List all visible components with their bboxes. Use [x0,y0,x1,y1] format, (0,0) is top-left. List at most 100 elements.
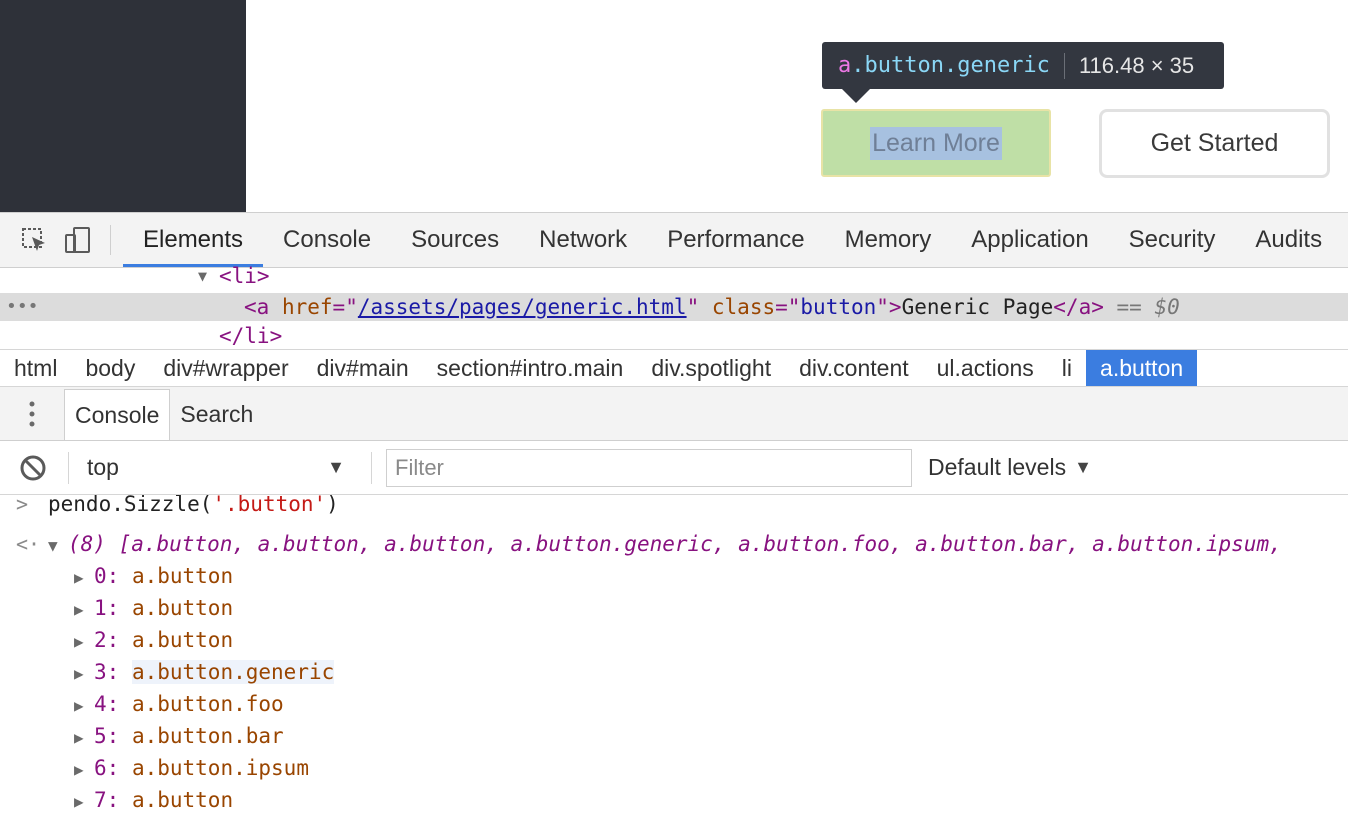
equals-sign: == [1116,295,1142,319]
inspect-element-icon[interactable] [12,218,56,262]
item-value: a.button [131,628,234,652]
breadcrumb-ul-actions[interactable]: ul.actions [923,350,1048,386]
console-toolbar-divider [68,451,69,484]
breadcrumb-div-content[interactable]: div.content [785,350,923,386]
breadcrumb-div-spotlight[interactable]: div.spotlight [637,350,785,386]
dropdown-triangle-icon: ▼ [1074,457,1092,477]
get-started-button[interactable]: Get Started [1099,109,1330,178]
item-value: a.button.foo [131,692,284,716]
tab-elements[interactable]: Elements [123,213,264,267]
expand-triangle-icon[interactable]: ▶ [74,626,94,658]
expand-triangle-icon[interactable]: ▶ [74,786,94,818]
tab-console[interactable]: Console [263,213,391,267]
item-value: a.button.generic [131,660,335,684]
expand-triangle-icon[interactable]: ▶ [74,562,94,594]
filter-input[interactable] [386,448,912,487]
list-item[interactable]: ▶ 3: a.button.generic [0,656,1348,688]
list-item[interactable]: ▶ 6: a.button.ipsum [0,752,1348,784]
item-key: 2: [94,628,120,652]
list-item[interactable]: ▶ 5: a.button.bar [0,720,1348,752]
a-text: Generic Page [901,295,1054,319]
list-item[interactable]: ▶ 7: a.button [0,784,1348,816]
tooltip-classes: .button.generic [851,53,1050,78]
tab-performance[interactable]: Performance [647,213,824,267]
breadcrumb-div-wrapper[interactable]: div#wrapper [149,350,302,386]
log-levels-label: Default levels [928,454,1067,480]
expand-triangle-icon[interactable]: ▶ [74,722,94,754]
expand-triangle-icon[interactable]: ▶ [74,658,94,690]
learn-more-button[interactable]: Learn More [821,109,1051,177]
class-value: button [800,295,877,319]
expand-triangle-icon[interactable]: ▶ [74,594,94,626]
breadcrumb-a-button[interactable]: a.button [1086,350,1198,386]
toolbar-divider [110,225,111,255]
log-levels-dropdown[interactable]: Default levels ▼ [928,454,1092,481]
class-attr: class [711,295,776,319]
list-item[interactable]: ▶ 1: a.button [0,592,1348,624]
a-close-tag: </a> [1053,295,1104,319]
item-value: a.button.bar [131,724,284,748]
dom-node-li-close[interactable]: </li> [0,322,1348,350]
list-item[interactable]: ▶ 4: a.button.foo [0,688,1348,720]
input-arg: '.button' [212,495,327,516]
tooltip-arrow [842,89,870,103]
breadcrumb-li[interactable]: li [1048,350,1086,386]
item-value: a.button [131,596,234,620]
list-item[interactable]: ▶ 0: a.button [0,560,1348,592]
tooltip-tag: a [838,53,852,78]
item-key: 5: [94,724,120,748]
item-key: 6: [94,756,120,780]
tooltip-divider [1063,52,1065,79]
inspect-tooltip: a .button.generic 116.48 × 35 [822,42,1224,89]
input-suffix: ) [326,495,339,516]
tab-security[interactable]: Security [1109,213,1236,267]
console-output: > pendo.Sizzle('.button') <· ▼ (8) [a.but… [0,495,1348,826]
input-prefix: pendo.Sizzle( [48,495,213,516]
item-value: a.button.ipsum [131,756,309,780]
item-key: 7: [94,788,120,812]
drawer-tab-search[interactable]: Search [170,389,263,439]
result-return-icon: <· [16,532,41,556]
expand-triangle-icon[interactable]: ▶ [74,690,94,722]
item-value: a.button [131,564,234,588]
more-options-icon[interactable]: ••• [6,293,39,321]
dropdown-triangle-icon: ▼ [327,457,345,477]
drawer-tab-console[interactable]: Console [64,389,171,440]
li-open-tag: <li> [219,264,270,288]
breadcrumb-div-main[interactable]: div#main [303,350,423,386]
tab-application[interactable]: Application [951,213,1108,267]
breadcrumb-body[interactable]: body [71,350,149,386]
breadcrumb-html[interactable]: html [0,350,71,386]
a-tag-name: a [256,295,270,319]
devtools-tab-bar: Elements Console Sources Network Perform… [0,212,1348,268]
href-attr: href [281,295,333,319]
console-toolbar-divider [371,451,372,484]
dom-node-li-open[interactable]: ▼ <li> [0,262,1348,290]
collapse-triangle-icon[interactable]: ▼ [48,530,68,562]
href-value-link[interactable]: /assets/pages/generic.html [358,295,687,319]
drawer-tab-bar: Console Search [0,387,1348,441]
context-selector[interactable]: top ▼ [87,448,357,488]
item-value: a.button [131,788,234,812]
context-value: top [87,454,119,480]
li-close-tag: </li> [219,324,283,348]
breadcrumb-section-intro[interactable]: section#intro.main [423,350,638,386]
tab-sources[interactable]: Sources [391,213,519,267]
clear-console-icon[interactable] [18,453,48,483]
expand-triangle-icon[interactable]: ▼ [198,262,207,290]
input-prompt-icon: > [16,495,29,516]
page-preview: a .button.generic 116.48 × 35 Learn More … [0,0,1348,212]
dark-sidebar [0,0,246,212]
dom-node-selected[interactable]: ••• <a href="/assets/pages/generic.html"… [0,293,1348,321]
tab-memory[interactable]: Memory [825,213,952,267]
console-result-line[interactable]: <· ▼ (8) [a.button, a.button, a.button, a… [0,528,1348,560]
list-item[interactable]: ▶ 2: a.button [0,624,1348,656]
console-toolbar: top ▼ Default levels ▼ [0,441,1348,495]
kebab-menu-icon[interactable] [0,387,64,441]
tooltip-dimensions: 116.48 × 35 [1078,52,1195,78]
tab-audits[interactable]: Audits [1235,213,1342,267]
tab-network[interactable]: Network [519,213,647,267]
device-toolbar-icon[interactable] [56,218,100,262]
dom-tree: ▼ <li> ••• <a href="/assets/pages/generi… [0,264,1348,350]
expand-triangle-icon[interactable]: ▶ [74,754,94,786]
